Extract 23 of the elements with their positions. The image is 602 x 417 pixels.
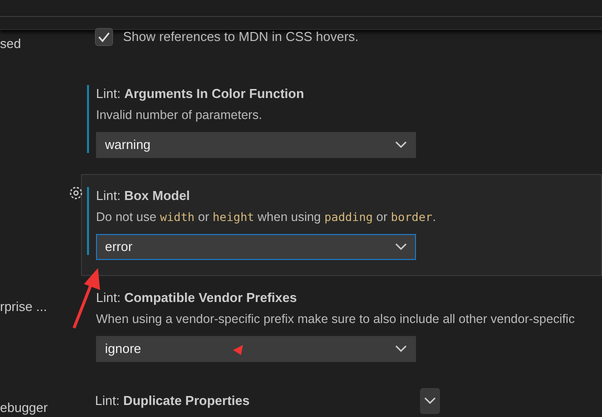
sidebar-item[interactable]: ebugger — [0, 400, 48, 415]
setting-title: Lint: Arguments In Color Function — [96, 85, 304, 103]
setting-description: Do not use width or height when using padding or border. — [96, 209, 436, 226]
dropdown[interactable]: error — [96, 234, 416, 260]
setting-title: Lint: Compatible Vendor Prefixes — [96, 289, 297, 307]
sidebar-item[interactable]: sed — [0, 36, 21, 51]
dropdown[interactable]: warning — [96, 132, 416, 158]
chevron-down-icon — [395, 345, 407, 353]
gear-icon[interactable] — [68, 185, 84, 201]
setting-title: Lint: Duplicate Properties — [95, 392, 250, 410]
setting-description: Invalid number of parameters. — [96, 107, 262, 124]
annotation-mark — [233, 345, 243, 355]
setting-description: Show references to MDN in CSS hovers. — [123, 28, 359, 46]
chevron-down-icon — [395, 141, 407, 149]
setting-title: Lint: Box Model — [96, 187, 190, 205]
sidebar-item[interactable]: rprise ... — [0, 299, 47, 314]
check-icon — [97, 30, 111, 44]
dropdown[interactable]: ignore — [96, 336, 416, 362]
checkbox[interactable] — [95, 28, 113, 46]
dropdown-button[interactable] — [420, 388, 440, 414]
chevron-down-icon — [424, 397, 436, 405]
setting-description: When using a vendor-specific prefix make sure to also include all other vendor-specific — [96, 311, 575, 328]
chevron-down-icon — [395, 243, 407, 251]
